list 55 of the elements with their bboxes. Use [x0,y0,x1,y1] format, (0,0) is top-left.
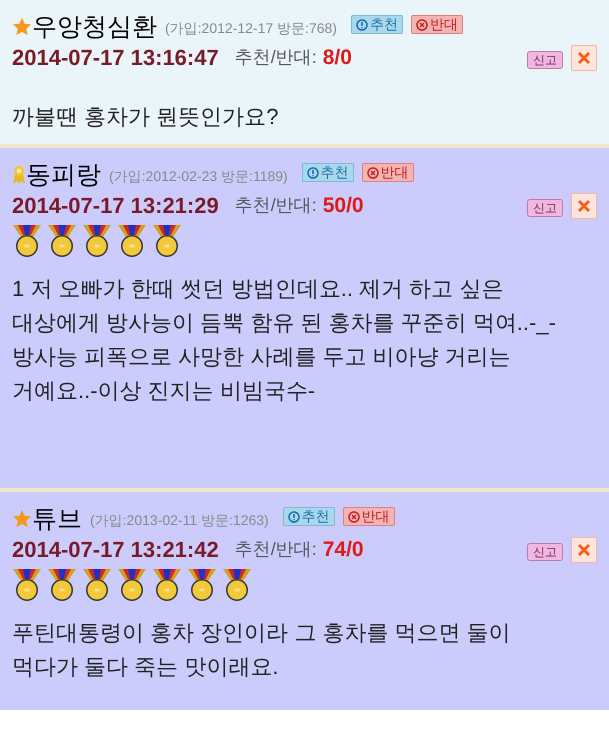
comment-text: 푸틴대통령이 홍차 장인이라 그 홍차를 먹으면 둘이 먹다가 둘다 죽는 맛이래요. [12,618,512,680]
vote-count: 8/0 [322,45,352,71]
ribbon-icon [12,165,26,185]
medal-icon [47,568,77,602]
x-icon [577,542,591,557]
report-button[interactable]: 신고 [527,542,563,561]
x-icon [577,50,591,65]
exclamation-icon [288,510,300,522]
vote-count: 74/0 [322,537,364,563]
recommend-button[interactable]: 추천 [282,507,335,526]
report-button[interactable]: 신고 [527,50,563,69]
comment-text: 까불땐 홍차가 뭔뜻인가요? [12,102,280,130]
close-button[interactable] [571,192,597,219]
medal-icon [82,568,112,602]
exclamation-icon [356,18,368,30]
report-button[interactable]: 신고 [527,198,563,217]
close-button[interactable] [571,44,597,71]
nickname: 튜브 [32,504,82,534]
x-circle-icon [416,18,428,30]
exclamation-icon [306,166,319,178]
member-info: (가입:2012-02-23 방문:1189) [109,167,288,186]
close-button[interactable] [571,536,597,563]
comment-text: 1 저 오빠가 한때 썻던 방법인데요.. 제거 하고 싶은 대상에게 방사능이 듬뿍 함유 된 홍차를 꾸준히 먹여..-_- [12,274,557,336]
medal-icon [152,568,182,602]
vote-count: 50/0 [322,193,364,219]
medal-icon [117,224,147,258]
medal-icon [187,568,217,602]
post-datetime: 2014-07-17 13:21:29 [12,192,219,219]
medal-icon [82,224,112,258]
medal-icon [222,568,252,602]
vote-label: 추천/반대: [234,538,317,562]
medal-icon [12,224,42,258]
oppose-button[interactable]: 반대 [410,15,463,34]
x-icon [577,198,591,213]
star-icon [12,17,32,37]
oppose-button[interactable]: 반대 [342,507,395,526]
nickname: 우앙청심환 [32,12,157,42]
member-info: (가입:2012-12-17 방문:768) [165,19,337,38]
medal-icon [47,224,77,258]
x-circle-icon [348,510,360,522]
medal-icon [12,568,42,602]
vote-label: 추천/반대: [234,46,317,70]
star-icon [12,509,32,529]
medal-icon [152,224,182,258]
post-datetime: 2014-07-17 13:21:42 [12,536,219,563]
vote-label: 추천/반대: [234,194,317,218]
oppose-button[interactable]: 반대 [362,163,414,182]
recommend-button[interactable]: 추천 [302,163,354,182]
post-datetime: 2014-07-17 13:16:47 [12,44,219,71]
recommend-button[interactable]: 추천 [350,15,403,34]
x-circle-icon [366,166,379,178]
comment-text: 방사능 피폭으로 사망한 사례를 두고 비아냥 거리는 거예요..-이상 진지는 비빔국수- [12,342,512,404]
medal-icon [117,568,147,602]
member-info: (가입:2013-02-11 방문:1263) [90,511,269,530]
nickname: 동피랑 [26,160,101,190]
